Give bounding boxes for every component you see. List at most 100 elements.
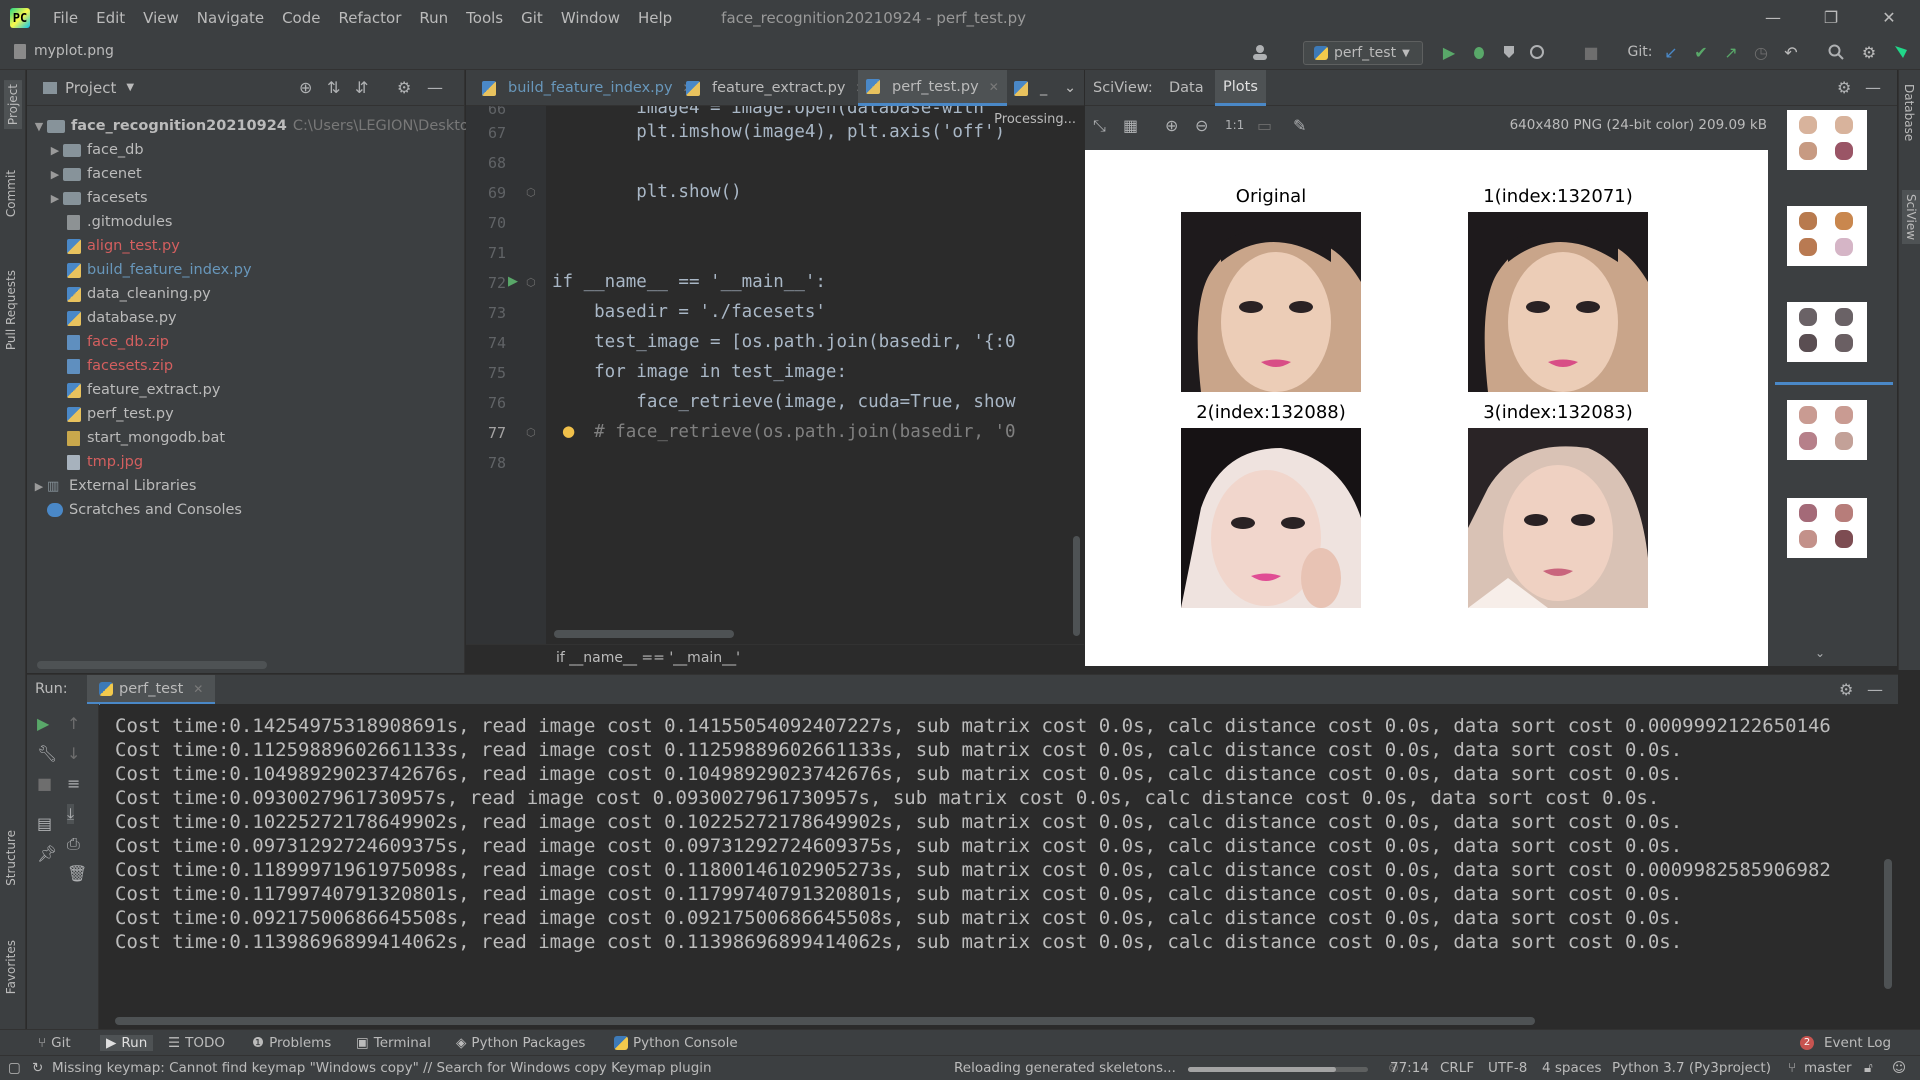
breadcrumb-file[interactable]: myplot.png <box>34 43 114 59</box>
tree-folder-facesets[interactable]: ▶ facesets <box>47 186 148 210</box>
sciview-tool-tab[interactable]: SciView <box>1902 190 1920 245</box>
tree-file[interactable]: database.py <box>67 306 177 330</box>
tree-file[interactable]: facesets.zip <box>67 354 173 378</box>
hide-icon[interactable]: — <box>427 78 443 97</box>
trash-icon[interactable]: 🗑︎ <box>67 864 87 883</box>
background-task-label[interactable]: Reloading generated skeletons... <box>954 1060 1176 1076</box>
stop-icon[interactable]: ■ <box>37 774 52 793</box>
menu-edit[interactable]: Edit <box>87 9 134 27</box>
plot-thumbnail[interactable] <box>1787 110 1867 170</box>
structure-tool-tab[interactable]: Structure <box>4 830 18 886</box>
stop-icon[interactable]: ■ <box>1580 41 1602 63</box>
menu-navigate[interactable]: Navigate <box>188 9 273 27</box>
plot-thumbnail[interactable] <box>1787 206 1867 266</box>
database-tool-tab[interactable]: Database <box>1902 84 1916 141</box>
menu-refactor[interactable]: Refactor <box>329 9 410 27</box>
tree-file[interactable]: data_cleaning.py <box>67 282 211 306</box>
search-icon[interactable] <box>1825 41 1847 63</box>
navigation-breadcrumb[interactable]: myplot.png <box>14 43 114 59</box>
menu-file[interactable]: File <box>44 9 87 27</box>
run-tab-perf-test[interactable]: perf_test ✕ <box>87 675 216 705</box>
history-icon[interactable]: ◷ <box>1750 41 1772 63</box>
fold-icon[interactable]: ⬡ <box>526 186 536 199</box>
hide-icon[interactable]: — <box>1865 78 1881 97</box>
wrench-icon[interactable]: 🔧︎ <box>37 744 57 763</box>
print-icon[interactable]: ⎙ <box>67 834 80 854</box>
run-console-output[interactable]: Cost time:0.14254975318908691s, read ima… <box>100 704 1898 1029</box>
zoom-in-icon[interactable]: ⊕ <box>1165 116 1178 135</box>
scroll-down-icon[interactable]: ↓ <box>67 744 80 763</box>
tree-file[interactable]: face_db.zip <box>67 330 169 354</box>
tree-file[interactable]: start_mongodb.bat <box>67 426 225 450</box>
settings-gear-icon[interactable]: ⚙ <box>1839 680 1853 699</box>
restore-button[interactable]: ❐ <box>1802 0 1860 35</box>
settings-gear-icon[interactable]: ⚙ <box>1858 41 1880 63</box>
close-window-button[interactable]: ✕ <box>1860 0 1918 35</box>
commit-tool-tab[interactable]: Commit <box>4 170 18 217</box>
code-editor[interactable]: 66 67 68 69 70 71 72 73 74 75 76 77 78 ▶… <box>466 106 1084 644</box>
hide-icon[interactable]: — <box>1867 680 1883 699</box>
lock-icon[interactable]: 🔓︎ <box>1864 1060 1873 1076</box>
chevron-right-icon[interactable]: ▶ <box>31 480 47 493</box>
tree-file[interactable]: tmp.jpg <box>67 450 143 474</box>
editor-vertical-scrollbar[interactable] <box>1073 536 1080 636</box>
project-tool-tab[interactable]: Project <box>4 80 22 130</box>
fold-icon[interactable]: ⬡ <box>526 426 536 439</box>
settings-gear-icon[interactable]: ⚙ <box>1837 78 1851 97</box>
scroll-down-chevron-icon[interactable]: ⌄ <box>1815 646 1825 660</box>
tree-file[interactable]: .gitmodules <box>67 210 172 234</box>
pull-requests-tool-tab[interactable]: Pull Requests <box>4 270 18 350</box>
tab-data[interactable]: Data <box>1161 70 1212 106</box>
chevron-down-icon[interactable]: ▼ <box>31 120 47 133</box>
caret-position[interactable]: 77:14 <box>1390 1060 1429 1076</box>
event-log-button[interactable]: 2 Event Log <box>1800 1035 1891 1051</box>
tree-folder-face-db[interactable]: ▶ face_db <box>47 138 144 162</box>
user-icon[interactable] <box>1250 41 1272 63</box>
menu-tools[interactable]: Tools <box>457 9 512 27</box>
expand-all-icon[interactable]: ⇅ <box>327 78 340 97</box>
menu-run[interactable]: Run <box>410 9 457 27</box>
chevron-right-icon[interactable]: ▶ <box>47 144 63 157</box>
panels-icon[interactable]: ▢ <box>8 1060 21 1076</box>
chevron-right-icon[interactable]: ▶ <box>47 168 63 181</box>
favorites-tool-tab[interactable]: Favorites <box>4 940 18 994</box>
menu-code[interactable]: Code <box>273 9 329 27</box>
run-configuration-select[interactable]: perf_test ▼ <box>1303 41 1423 65</box>
rerun-icon[interactable]: ▶ <box>37 714 49 733</box>
tree-scratches[interactable]: Scratches and Consoles <box>47 498 242 522</box>
scroll-up-icon[interactable]: ↑ <box>67 714 80 733</box>
plot-thumbnail-selected[interactable] <box>1787 400 1867 460</box>
tree-file[interactable]: build_feature_index.py <box>67 258 252 282</box>
run-tool-button[interactable]: ▶ Run <box>100 1035 154 1051</box>
git-tool-button[interactable]: ⑂ Git <box>38 1035 71 1051</box>
tab-perf-test[interactable]: perf_test.py ✕ <box>858 70 1007 106</box>
menu-help[interactable]: Help <box>629 9 681 27</box>
project-view-title[interactable]: Project <box>65 79 116 97</box>
git-commit-icon[interactable]: ✔ <box>1690 41 1712 63</box>
grid-icon[interactable]: ▦ <box>1123 116 1138 135</box>
menu-git[interactable]: Git <box>512 9 552 27</box>
chevron-down-icon[interactable]: ▼ <box>126 82 134 93</box>
locate-icon[interactable]: ⊕ <box>299 78 312 97</box>
rollback-icon[interactable]: ↶ <box>1780 41 1802 63</box>
plot-thumbnail[interactable] <box>1787 302 1867 362</box>
pin-icon[interactable]: 📌︎ <box>37 844 57 863</box>
tree-external-libraries[interactable]: ▶ ▥ External Libraries <box>31 474 197 498</box>
terminal-tool-button[interactable]: ▣ Terminal <box>356 1035 431 1051</box>
console-horizontal-scrollbar[interactable] <box>115 1017 1535 1025</box>
profile-icon[interactable] <box>1526 41 1548 63</box>
close-tab-icon[interactable]: ✕ <box>193 682 203 696</box>
close-tab-icon[interactable]: ✕ <box>989 80 999 94</box>
git-branch[interactable]: master <box>1804 1060 1852 1076</box>
tab-plots[interactable]: Plots <box>1215 70 1266 106</box>
fold-icon[interactable]: ⬡ <box>526 276 536 289</box>
project-horizontal-scrollbar[interactable] <box>37 661 267 669</box>
file-encoding[interactable]: UTF-8 <box>1488 1060 1527 1076</box>
plot-thumbnail[interactable] <box>1787 498 1867 558</box>
todo-tool-button[interactable]: ☰ TODO <box>168 1035 225 1051</box>
settings-gear-icon[interactable]: ⚙ <box>397 78 411 97</box>
editor-horizontal-scrollbar[interactable] <box>554 630 734 638</box>
coverage-icon[interactable] <box>1498 41 1520 63</box>
ide-features-icon[interactable] <box>1890 41 1912 63</box>
tree-folder-facenet[interactable]: ▶ facenet <box>47 162 142 186</box>
